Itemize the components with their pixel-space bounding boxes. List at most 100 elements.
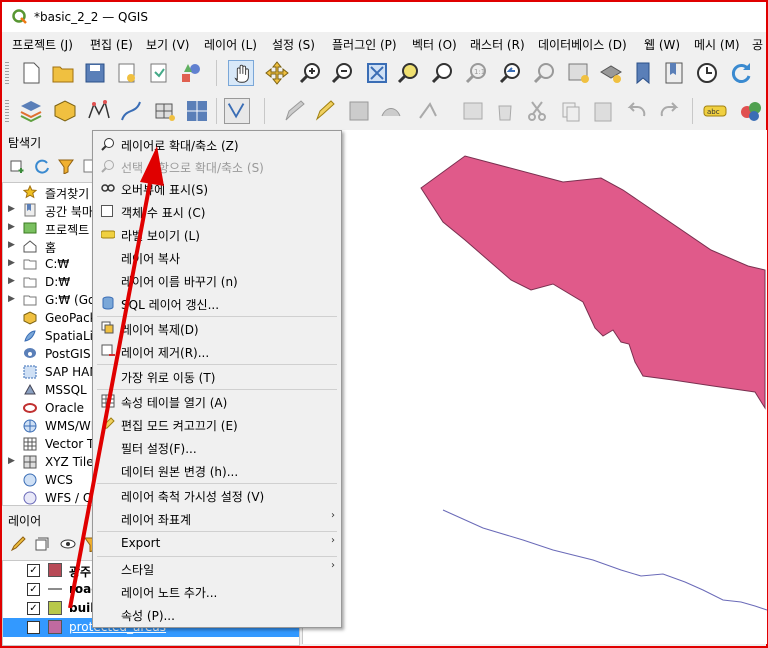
new-map-view-icon[interactable] — [566, 60, 592, 86]
menu-item-zoom-to-layer[interactable]: 레이어로 확대/축소 (Z) — [93, 133, 341, 155]
toggle-editing-icon[interactable] — [312, 98, 338, 124]
menu-raster[interactable]: 래스터 (R) — [470, 36, 525, 53]
add-feature-icon[interactable] — [378, 98, 404, 124]
pan-map-icon[interactable] — [228, 60, 254, 86]
add-group-icon[interactable] — [34, 536, 50, 552]
show-bookmarks-icon[interactable] — [662, 60, 688, 86]
zoom-to-selection-icon[interactable] — [396, 60, 422, 86]
new-print-layout-icon[interactable] — [114, 60, 140, 86]
filter-browser-icon[interactable] — [58, 158, 74, 174]
open-project-icon[interactable] — [50, 60, 76, 86]
menu-plugins[interactable]: 플러그인 (P) — [332, 36, 397, 53]
layer-context-menu: 레이어로 확대/축소 (Z) 선택 사항으로 확대/축소 (S) 오버뷰에 표시… — [92, 130, 342, 628]
menu-item-toggle-editing[interactable]: 편집 모드 켜고끄기 (E) — [93, 413, 341, 435]
label-toolbar-icon[interactable]: abc — [702, 98, 728, 124]
menu-settings[interactable]: 설정 (S) — [272, 36, 315, 53]
new-bookmark-icon[interactable] — [630, 60, 656, 86]
menu-view[interactable]: 보기 (V) — [146, 36, 189, 53]
zoom-to-layer-icon[interactable] — [430, 60, 456, 86]
menu-item-show-feature-count[interactable]: 객체 수 표시 (C) — [93, 200, 341, 222]
refresh-icon[interactable] — [728, 60, 754, 86]
zoom-native-icon[interactable]: 1:1 — [464, 60, 490, 86]
layer-visibility-checkbox[interactable]: ✓ — [27, 583, 40, 596]
data-source-manager-icon[interactable] — [18, 98, 44, 124]
menu-edit[interactable]: 편집 (E) — [90, 36, 133, 53]
menu-item-filter[interactable]: 필터 설정(F)... — [93, 436, 341, 458]
redo-icon[interactable] — [656, 98, 682, 124]
style-manager-icon[interactable] — [178, 60, 204, 86]
menu-item-remove-layer[interactable]: 레이어 제거(R)... — [93, 340, 341, 362]
menu-item-update-sql-layer[interactable]: SQL 레이어 갱신... — [93, 292, 341, 314]
expand-arrow-icon[interactable]: ▶ — [8, 222, 15, 232]
svg-text:abc: abc — [707, 108, 720, 116]
new-project-icon[interactable] — [18, 60, 44, 86]
menu-item-change-data-source[interactable]: 데이터 원본 변경 (h)... — [93, 459, 341, 481]
menu-item-layer-crs[interactable]: 레이어 좌표계 › — [93, 507, 341, 529]
map-canvas[interactable] — [302, 130, 767, 644]
manage-visibility-icon[interactable] — [60, 536, 76, 552]
refresh-browser-icon[interactable] — [34, 158, 50, 174]
temporal-controller-icon[interactable] — [694, 60, 720, 86]
menu-item-zoom-to-selection[interactable]: 선택 사항으로 확대/축소 (S) — [93, 155, 341, 177]
virtual-layer-icon[interactable] — [184, 98, 210, 124]
menu-more[interactable]: 공 — [752, 36, 763, 53]
menu-item-copy-layer[interactable]: 레이어 복사 — [93, 246, 341, 268]
new-3d-map-view-icon[interactable] — [598, 60, 624, 86]
menu-item-move-to-top[interactable]: 가장 위로 이동 (T) — [93, 365, 341, 387]
menu-item-properties[interactable]: 속성 (P)... — [93, 603, 341, 625]
menu-item-show-in-overview[interactable]: 오버뷰에 표시(S) — [93, 177, 341, 199]
menu-item-rename-layer[interactable]: 레이어 이름 바꾸기 (n) — [93, 269, 341, 291]
expand-arrow-icon[interactable]: ▶ — [8, 240, 15, 250]
zoom-last-icon[interactable] — [498, 60, 524, 86]
undo-icon[interactable] — [624, 98, 650, 124]
expand-arrow-icon[interactable]: ▶ — [8, 276, 15, 286]
toolbar-grip[interactable] — [5, 62, 9, 86]
expand-arrow-icon[interactable]: ▶ — [8, 294, 15, 304]
menu-project[interactable]: 프로젝트 (J) — [12, 36, 73, 53]
add-selected-layers-icon[interactable] — [10, 158, 26, 174]
menu-web[interactable]: 웹 (W) — [644, 36, 680, 53]
cut-features-icon[interactable] — [524, 98, 550, 124]
menu-item-open-attribute-table[interactable]: 속성 테이블 열기 (A) — [93, 390, 341, 412]
zoom-in-icon[interactable] — [298, 60, 324, 86]
open-layer-styling-icon[interactable] — [10, 536, 26, 552]
zoom-next-icon[interactable] — [532, 60, 558, 86]
road-line[interactable] — [442, 509, 767, 611]
save-edits-icon[interactable] — [346, 98, 372, 124]
paste-features-icon[interactable] — [590, 98, 616, 124]
identify-feature-icon[interactable] — [224, 98, 250, 124]
current-edits-icon[interactable] — [280, 98, 306, 124]
layout-manager-icon[interactable] — [146, 60, 172, 86]
layer-visibility-checkbox[interactable]: ✓ — [27, 621, 40, 634]
expand-arrow-icon[interactable]: ▶ — [8, 204, 15, 214]
menu-database[interactable]: 데이터베이스 (D) — [538, 36, 627, 53]
menu-vector[interactable]: 벡터 (O) — [412, 36, 457, 53]
pan-to-selection-icon[interactable] — [264, 60, 290, 86]
vertex-tool-icon[interactable] — [416, 98, 442, 124]
menu-item-scale-visibility[interactable]: 레이어 축척 가시성 설정 (V) — [93, 484, 341, 506]
menu-layer[interactable]: 레이어 (L) — [204, 36, 257, 53]
copy-features-icon[interactable] — [558, 98, 584, 124]
menu-item-show-labels[interactable]: 라벨 보이기 (L) — [93, 223, 341, 245]
expand-arrow-icon[interactable]: ▶ — [8, 258, 15, 268]
menu-item-add-layer-notes[interactable]: 레이어 노트 추가... — [93, 580, 341, 602]
menu-mesh[interactable]: 메시 (M) — [694, 36, 740, 53]
layer-visibility-checkbox[interactable]: ✓ — [27, 602, 40, 615]
layer-styling-icon[interactable] — [738, 98, 764, 124]
protected-area-polygon[interactable] — [420, 155, 766, 410]
menu-item-duplicate-layer[interactable]: 레이어 복제(D) — [93, 317, 341, 339]
save-project-icon[interactable] — [82, 60, 108, 86]
expand-arrow-icon[interactable]: ▶ — [8, 456, 15, 466]
zoom-full-icon[interactable] — [364, 60, 390, 86]
digitize-vertex-icon[interactable] — [86, 98, 112, 124]
mesh-layer-icon[interactable] — [152, 98, 178, 124]
toolbar-grip[interactable] — [5, 100, 9, 124]
menu-item-export[interactable]: Export › — [93, 532, 341, 554]
menu-item-styles[interactable]: 스타일 › — [93, 557, 341, 579]
layer-visibility-checkbox[interactable]: ✓ — [27, 564, 40, 577]
new-geopackage-layer-icon[interactable] — [52, 98, 78, 124]
delete-selected-icon[interactable] — [492, 98, 518, 124]
digitize-curve-icon[interactable] — [118, 98, 144, 124]
modify-attributes-icon[interactable] — [460, 98, 486, 124]
zoom-out-icon[interactable] — [330, 60, 356, 86]
